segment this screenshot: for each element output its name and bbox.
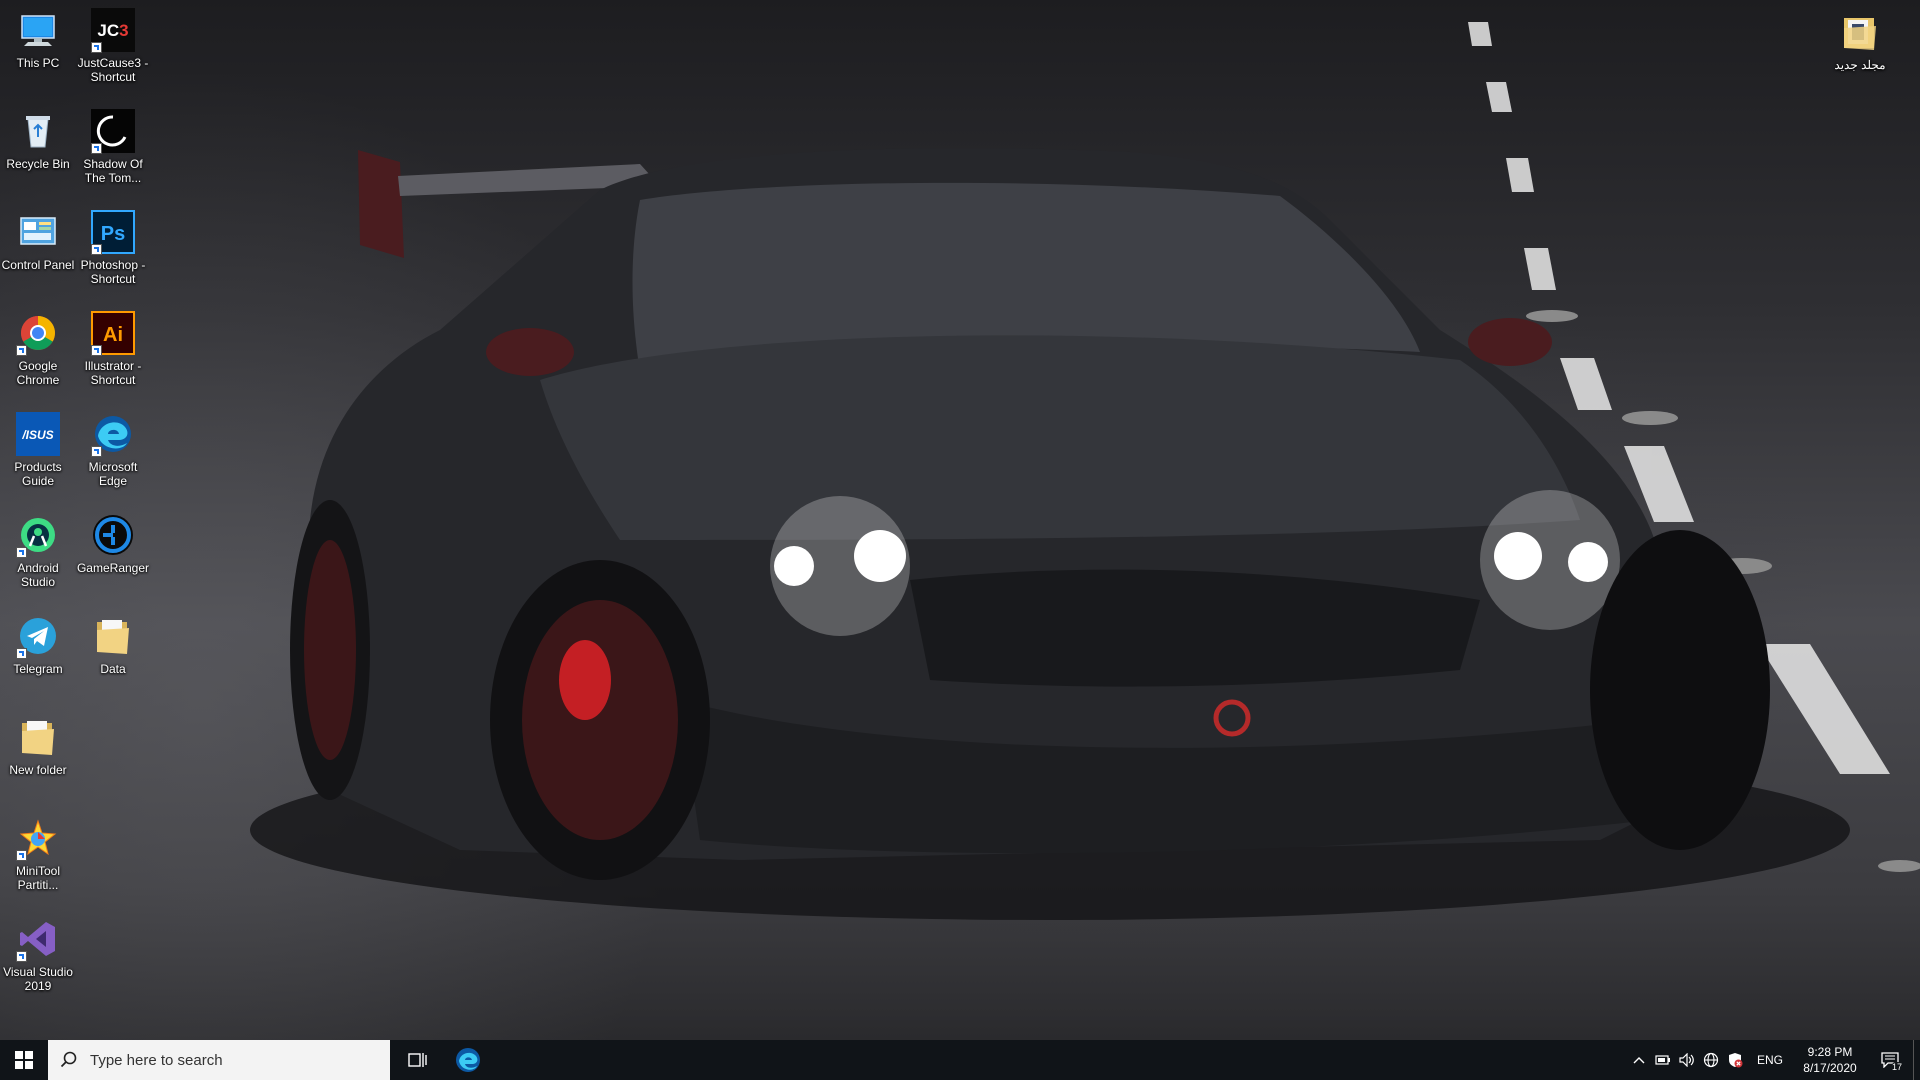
shortcut-arrow-icon — [16, 850, 27, 861]
desktop-icon-label: New folder — [9, 763, 67, 777]
chevron-up-icon — [1633, 1057, 1645, 1064]
desktop-icon-label: Control Panel — [1, 258, 75, 272]
minitool-icon — [14, 814, 62, 862]
jc3-icon: JC3 — [89, 6, 137, 54]
chrome-icon — [14, 309, 62, 357]
desktop-icon-gameranger[interactable]: GameRanger — [75, 511, 151, 575]
asus-icon: /ISUS — [14, 410, 62, 458]
desktop-icon-label: Visual Studio 2019 — [3, 965, 73, 993]
desktop-icon-shadow-of-the-tomb-raider[interactable]: Shadow Of The Tom... — [75, 107, 151, 185]
desktop-icon-recycle-bin[interactable]: Recycle Bin — [0, 107, 76, 171]
show-desktop-button[interactable] — [1913, 1040, 1920, 1080]
desktop-icon-new-folder[interactable]: New folder — [0, 713, 76, 777]
desktop-icon-label: GameRanger — [76, 561, 150, 575]
monitor-icon — [14, 6, 62, 54]
network-button[interactable] — [1699, 1040, 1723, 1080]
desktop-icon-label: JustCause3 - Shortcut — [77, 56, 149, 84]
desktop-icon-android-studio[interactable]: Android Studio — [0, 511, 76, 589]
gameranger-icon — [89, 511, 137, 559]
desktop-icon-google-chrome[interactable]: Google Chrome — [0, 309, 76, 387]
tomb-raider-icon — [89, 107, 137, 155]
shortcut-arrow-icon — [91, 143, 102, 154]
volume-button[interactable] — [1675, 1040, 1699, 1080]
system-tray: ENG 9:28 PM 8/17/2020 17 — [1627, 1040, 1920, 1080]
search-box[interactable]: Type here to search — [48, 1040, 390, 1080]
svg-text:JC3: JC3 — [97, 21, 128, 40]
globe-icon — [1703, 1052, 1719, 1068]
desktop-icon-label: Products Guide — [14, 460, 62, 488]
desktop-icon-label: Android Studio — [17, 561, 59, 589]
desktop-icon-label: مجلد جديد — [1834, 58, 1886, 72]
input-language[interactable]: ENG — [1747, 1053, 1793, 1067]
security-button[interactable] — [1723, 1040, 1747, 1080]
defender-warning-icon — [1728, 1053, 1743, 1068]
windows-logo-icon — [15, 1051, 33, 1069]
shortcut-arrow-icon — [91, 244, 102, 255]
shortcut-arrow-icon — [16, 951, 27, 962]
desktop-icon-this-pc[interactable]: This PC — [0, 6, 76, 70]
desktop-icon-label: Shadow Of The Tom... — [83, 157, 143, 185]
desktop-icon-arabic-new-folder[interactable]: مجلد جديد — [1822, 8, 1898, 72]
clock-date: 8/17/2020 — [1803, 1061, 1857, 1075]
android-studio-icon — [14, 511, 62, 559]
edge-icon — [456, 1048, 480, 1072]
folder-icon — [14, 713, 62, 761]
desktop-icon-minitool-partition[interactable]: MiniTool Partiti... — [0, 814, 76, 892]
visual-studio-icon — [14, 915, 62, 963]
start-button[interactable] — [0, 1040, 48, 1080]
desktop-icon-label: Google Chrome — [16, 359, 60, 387]
desktop-icon-label: Illustrator - Shortcut — [84, 359, 142, 387]
recycle-bin-icon — [14, 107, 62, 155]
photoshop-icon: Ps — [89, 208, 137, 256]
search-icon — [60, 1051, 77, 1068]
desktop-icon-microsoft-edge[interactable]: Microsoft Edge — [75, 410, 151, 488]
search-placeholder: Type here to search — [90, 1051, 223, 1069]
shortcut-arrow-icon — [16, 345, 27, 356]
task-view-button[interactable] — [394, 1040, 442, 1080]
folder-icon — [89, 612, 137, 660]
desktop-icon-telegram[interactable]: Telegram — [0, 612, 76, 676]
task-view-icon — [408, 1053, 427, 1067]
taskbar-edge-button[interactable] — [444, 1040, 492, 1080]
action-center-button[interactable]: 17 — [1867, 1040, 1913, 1080]
desktop-icon-photoshop-shortcut[interactable]: Ps Photoshop - Shortcut — [75, 208, 151, 286]
shortcut-arrow-icon — [91, 345, 102, 356]
desktop-icon-products-guide[interactable]: /ISUS Products Guide — [0, 410, 76, 488]
edge-icon — [89, 410, 137, 458]
desktop-icon-illustrator-shortcut[interactable]: Ai Illustrator - Shortcut — [75, 309, 151, 387]
desktop[interactable]: This PC JC3 JustCause3 - Shortcut Recycle B… — [0, 0, 1920, 1040]
illustrator-icon: Ai — [89, 309, 137, 357]
desktop-icon-label: Data — [100, 662, 126, 676]
desktop-icon-visual-studio-2019[interactable]: Visual Studio 2019 — [0, 915, 76, 993]
desktop-icon-label: Recycle Bin — [6, 157, 70, 171]
telegram-icon — [14, 612, 62, 660]
shortcut-arrow-icon — [16, 648, 27, 659]
desktop-icon-data-folder[interactable]: Data — [75, 612, 151, 676]
svg-text:/ISUS: /ISUS — [21, 428, 53, 442]
svg-text:Ps: Ps — [101, 223, 125, 245]
shortcut-arrow-icon — [16, 547, 27, 558]
battery-icon — [1655, 1055, 1670, 1065]
shortcut-arrow-icon — [91, 42, 102, 53]
folder-icon — [1836, 8, 1884, 56]
notification-count: 17 — [1890, 1062, 1903, 1072]
desktop-icon-label: This PC — [16, 56, 60, 70]
desktop-icon-label: Telegram — [13, 662, 63, 676]
clock[interactable]: 9:28 PM 8/17/2020 — [1793, 1044, 1867, 1076]
desktop-icon-label: Microsoft Edge — [88, 460, 138, 488]
control-panel-icon — [14, 208, 62, 256]
battery-button[interactable] — [1651, 1040, 1675, 1080]
desktop-icon-label: Photoshop - Shortcut — [80, 258, 146, 286]
desktop-icon-justcause3-shortcut[interactable]: JC3 JustCause3 - Shortcut — [75, 6, 151, 84]
svg-text:Ai: Ai — [103, 324, 123, 346]
show-hidden-icons-button[interactable] — [1627, 1040, 1651, 1080]
desktop-icon-label: MiniTool Partiti... — [15, 864, 60, 892]
clock-time: 9:28 PM — [1807, 1045, 1853, 1059]
taskbar: Type here to search ENG 9:28 PM 8/17/202… — [0, 1040, 1920, 1080]
shortcut-arrow-icon — [91, 446, 102, 457]
speaker-icon — [1679, 1053, 1694, 1067]
wallpaper-car — [250, 22, 1920, 920]
desktop-icon-control-panel[interactable]: Control Panel — [0, 208, 76, 272]
